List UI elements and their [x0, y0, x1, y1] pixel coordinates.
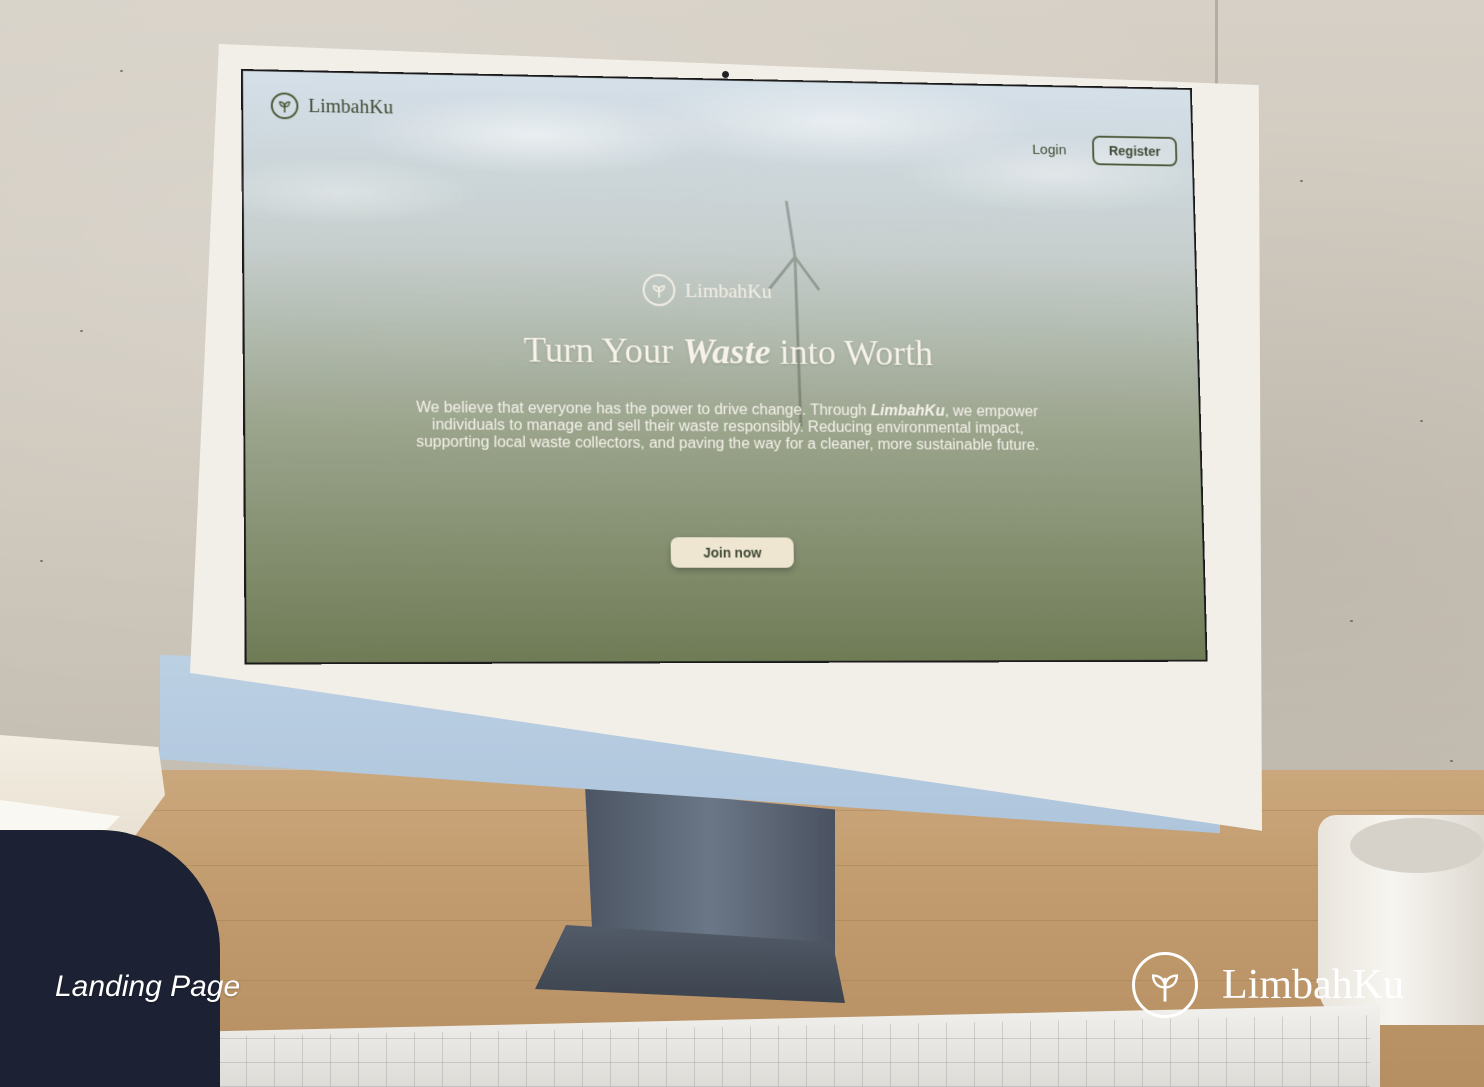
- wall-speck: [1420, 420, 1423, 422]
- person-shoulder: [0, 830, 220, 1087]
- monitor-screen: LimbahKu Login Register LimbahKu Turn Yo…: [241, 69, 1208, 665]
- leaf-sprout-icon: [270, 92, 299, 120]
- hero-body-part1: We believe that everyone has the power t…: [416, 399, 871, 419]
- wall-speck: [80, 330, 83, 332]
- leaf-sprout-icon: [1132, 952, 1198, 1018]
- wind-turbine-icon: [765, 201, 826, 427]
- wall-speck: [120, 70, 123, 72]
- wall-speck: [1350, 620, 1353, 622]
- mug-rim: [1350, 818, 1484, 873]
- hero-title-part1: Turn Your: [523, 330, 683, 372]
- join-now-button[interactable]: Join now: [670, 537, 794, 568]
- nav-actions: Login Register: [1032, 135, 1178, 167]
- hero-title: Turn Your Waste into Worth: [243, 326, 1200, 376]
- nav-logo[interactable]: LimbahKu: [270, 92, 394, 121]
- corner-brand-logo: LimbahKu: [1132, 952, 1404, 1018]
- mockup-scene: LimbahKu Login Register LimbahKu Turn Yo…: [0, 0, 1484, 1087]
- corner-brand-name: LimbahKu: [1222, 962, 1404, 1008]
- hero-title-emphasis: Waste: [682, 331, 771, 373]
- wall-speck: [1450, 760, 1453, 762]
- hero-body-brand: LimbahKu: [870, 402, 945, 420]
- hero-brand-name: LimbahKu: [684, 278, 772, 303]
- wall-speck: [1300, 180, 1303, 182]
- slide-caption: Landing Page: [55, 970, 241, 1003]
- login-link[interactable]: Login: [1032, 141, 1066, 157]
- webcam-dot: [722, 71, 729, 78]
- hero-description: We believe that everyone has the power t…: [411, 400, 1044, 455]
- hero-title-part2: into Worth: [770, 332, 934, 374]
- nav-brand-name: LimbahKu: [308, 95, 394, 118]
- leaf-sprout-icon: [642, 273, 676, 307]
- register-button[interactable]: Register: [1091, 135, 1178, 167]
- hero-logo: LimbahKu: [642, 273, 772, 307]
- wall-speck: [40, 560, 43, 562]
